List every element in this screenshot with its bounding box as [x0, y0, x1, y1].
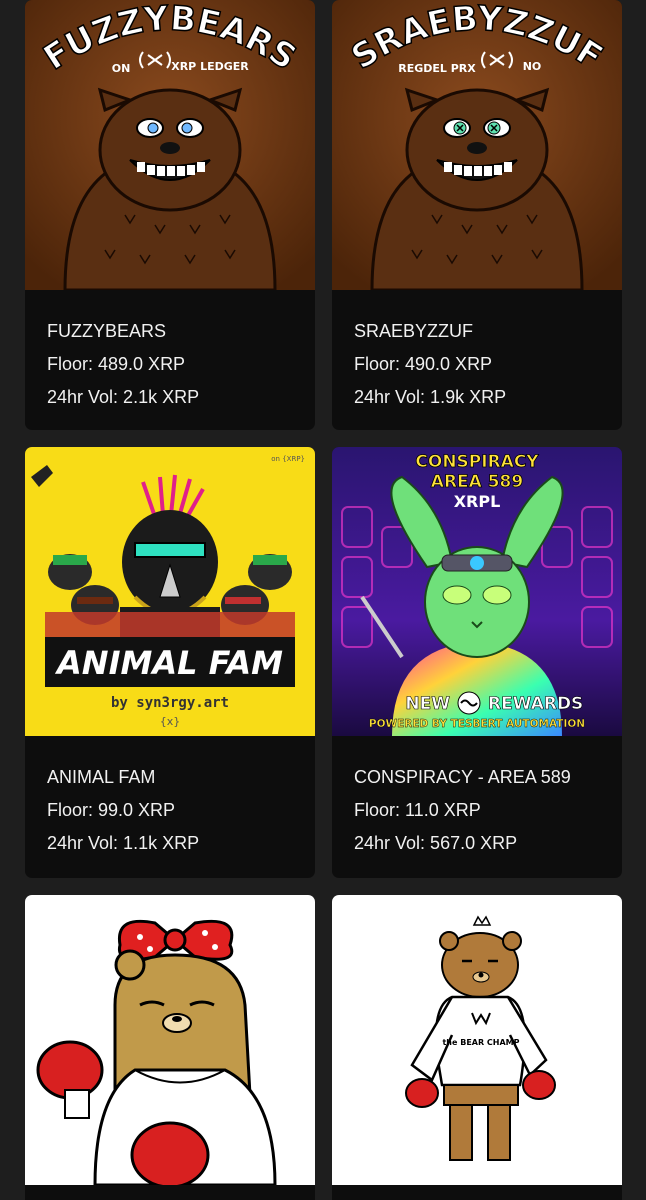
collection-info: FUZZYBEARS Floor: 489.0 XRP 24hr Vol: 2.… [25, 290, 315, 414]
svg-text:the BEAR CHAMP: the BEAR CHAMP [442, 1038, 519, 1047]
animal-fam-art: on {XRP} ANIMAL FAM by syn3rgy.art {x} [25, 447, 315, 736]
collection-image[interactable]: CONSPIRACY AREA 589 XRPL NEW REWARDS POW… [332, 447, 622, 736]
collection-floor: Floor: 490.0 XRP [354, 354, 493, 374]
svg-text:XRPL: XRPL [454, 492, 501, 511]
svg-text:POWERED BY TESBERT AUTOMATION: POWERED BY TESBERT AUTOMATION [369, 718, 585, 730]
collection-name: FUZZYBEARS [47, 321, 167, 341]
svg-text:REGDEL PRX: REGDEL PRX [398, 62, 476, 75]
conspiracy-art: CONSPIRACY AREA 589 XRPL NEW REWARDS POW… [332, 447, 622, 736]
collection-card-animal-fam[interactable]: on {XRP} ANIMAL FAM by syn3rgy.art {x} A… [25, 447, 315, 878]
svg-text:XRP LEDGER: XRP LEDGER [171, 60, 249, 73]
collection-floor: Floor: 99.0 XRP [47, 800, 176, 820]
collection-info: SRAEBYZZUF Floor: 490.0 XRP 24hr Vol: 1.… [332, 290, 622, 414]
svg-text:REWARDS: REWARDS [488, 694, 583, 714]
collection-card-6[interactable]: the BEAR CHAMP [332, 895, 622, 1200]
collection-grid: FUZZYBEARS ON XRP LEDGER FUZZYBEARS Floo… [0, 0, 646, 1200]
svg-text:{x}: {x} [160, 715, 181, 728]
bear-champ-art: the BEAR CHAMP [332, 895, 622, 1185]
collection-floor: Floor: 11.0 XRP [354, 800, 481, 820]
fuzzybear-art: FUZZYBEARS ON XRP LEDGER [25, 0, 315, 290]
svg-text:ON: ON [112, 62, 131, 75]
collection-name: ANIMAL FAM [47, 767, 156, 787]
collection-card-fuzzybears[interactable]: FUZZYBEARS ON XRP LEDGER FUZZYBEARS Floo… [25, 0, 315, 430]
collection-volume: 24hr Vol: 2.1k XRP [47, 387, 200, 407]
sraebyzzuf-art: SRAEBYZZUF REGDEL PRX NO [332, 0, 622, 290]
collection-volume: 24hr Vol: 1.9k XRP [354, 387, 507, 407]
svg-text:by syn3rgy.art: by syn3rgy.art [111, 695, 229, 711]
collection-name: SRAEBYZZUF [354, 321, 474, 341]
collection-image[interactable]: on {XRP} ANIMAL FAM by syn3rgy.art {x} [25, 447, 315, 736]
collection-card-sraebyzzuf[interactable]: SRAEBYZZUF REGDEL PRX NO SRAEBYZZUF Floo… [332, 0, 622, 430]
collection-card-5[interactable] [25, 895, 315, 1200]
boxing-bear-bow-art [25, 895, 315, 1185]
svg-text:CONSPIRACY: CONSPIRACY [415, 452, 539, 472]
collection-info: ANIMAL FAM Floor: 99.0 XRP 24hr Vol: 1.1… [25, 736, 315, 860]
collection-info: CONSPIRACY - AREA 589 Floor: 11.0 XRP 24… [332, 736, 622, 860]
collection-volume: 24hr Vol: 1.1k XRP [47, 833, 200, 853]
collection-image[interactable]: FUZZYBEARS ON XRP LEDGER [25, 0, 315, 290]
collection-floor: Floor: 489.0 XRP [47, 354, 186, 374]
collection-volume: 24hr Vol: 567.0 XRP [354, 833, 518, 853]
svg-text:AREA 589: AREA 589 [431, 472, 523, 492]
collection-image[interactable] [25, 895, 315, 1185]
svg-text:NEW: NEW [405, 694, 450, 714]
collection-image[interactable]: SRAEBYZZUF REGDEL PRX NO [332, 0, 622, 290]
collection-name: CONSPIRACY - AREA 589 [354, 767, 571, 787]
collection-card-conspiracy-area-589[interactable]: CONSPIRACY AREA 589 XRPL NEW REWARDS POW… [332, 447, 622, 878]
art-banner: ANIMAL FAM [54, 644, 283, 682]
svg-text:NO: NO [523, 60, 542, 73]
svg-text:on {XRP}: on {XRP} [271, 455, 305, 463]
collection-image[interactable]: the BEAR CHAMP [332, 895, 622, 1185]
